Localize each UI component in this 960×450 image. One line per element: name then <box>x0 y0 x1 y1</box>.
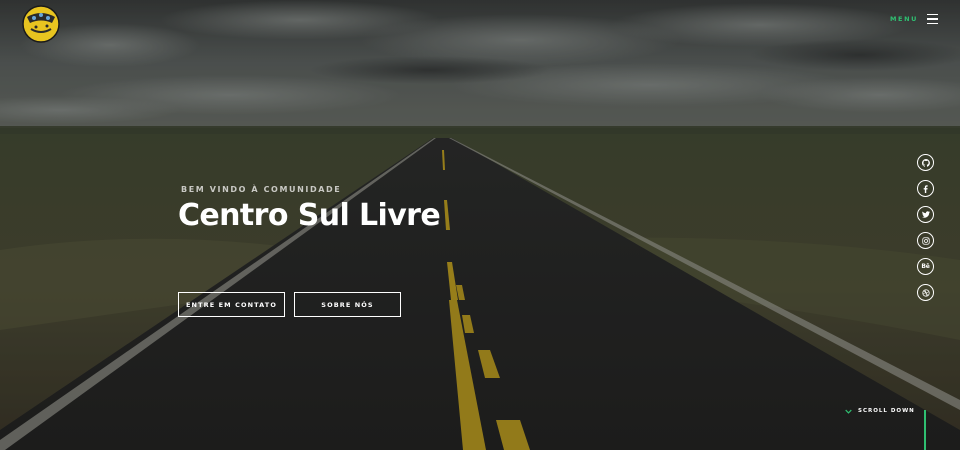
sul-livre-logo-icon[interactable] <box>22 5 60 43</box>
page-title: Centro Sul Livre <box>178 198 441 233</box>
menu-label: MENU <box>889 15 918 23</box>
menu-button[interactable]: MENU <box>890 14 938 24</box>
twitter-icon[interactable] <box>917 206 934 223</box>
about-button[interactable]: SOBRE NÓS <box>294 292 401 317</box>
intro-block: BEM VINDO À COMUNIDADE Centro Sul Livre <box>178 185 441 233</box>
scroll-indicator-line <box>924 410 926 450</box>
hero-section: MENU BEM VINDO À COMUNIDADE Centro Sul L… <box>0 0 960 450</box>
hamburger-icon <box>927 14 938 24</box>
background-overlay <box>0 0 960 450</box>
instagram-icon[interactable] <box>917 232 934 249</box>
social-links: Bē <box>917 154 934 301</box>
chevron-down-icon <box>845 409 852 414</box>
scroll-down-link[interactable]: SCROLL DOWN <box>845 408 915 414</box>
scroll-down-label: SCROLL DOWN <box>858 408 915 414</box>
behance-icon-text: Bē <box>921 263 930 270</box>
behance-icon[interactable]: Bē <box>917 258 934 275</box>
facebook-icon[interactable] <box>917 180 934 197</box>
welcome-kicker: BEM VINDO À COMUNIDADE <box>181 185 342 194</box>
dribbble-icon[interactable] <box>917 284 934 301</box>
cta-buttons: ENTRE EM CONTATO SOBRE NÓS <box>178 292 401 317</box>
contact-button[interactable]: ENTRE EM CONTATO <box>178 292 285 317</box>
github-icon[interactable] <box>917 154 934 171</box>
